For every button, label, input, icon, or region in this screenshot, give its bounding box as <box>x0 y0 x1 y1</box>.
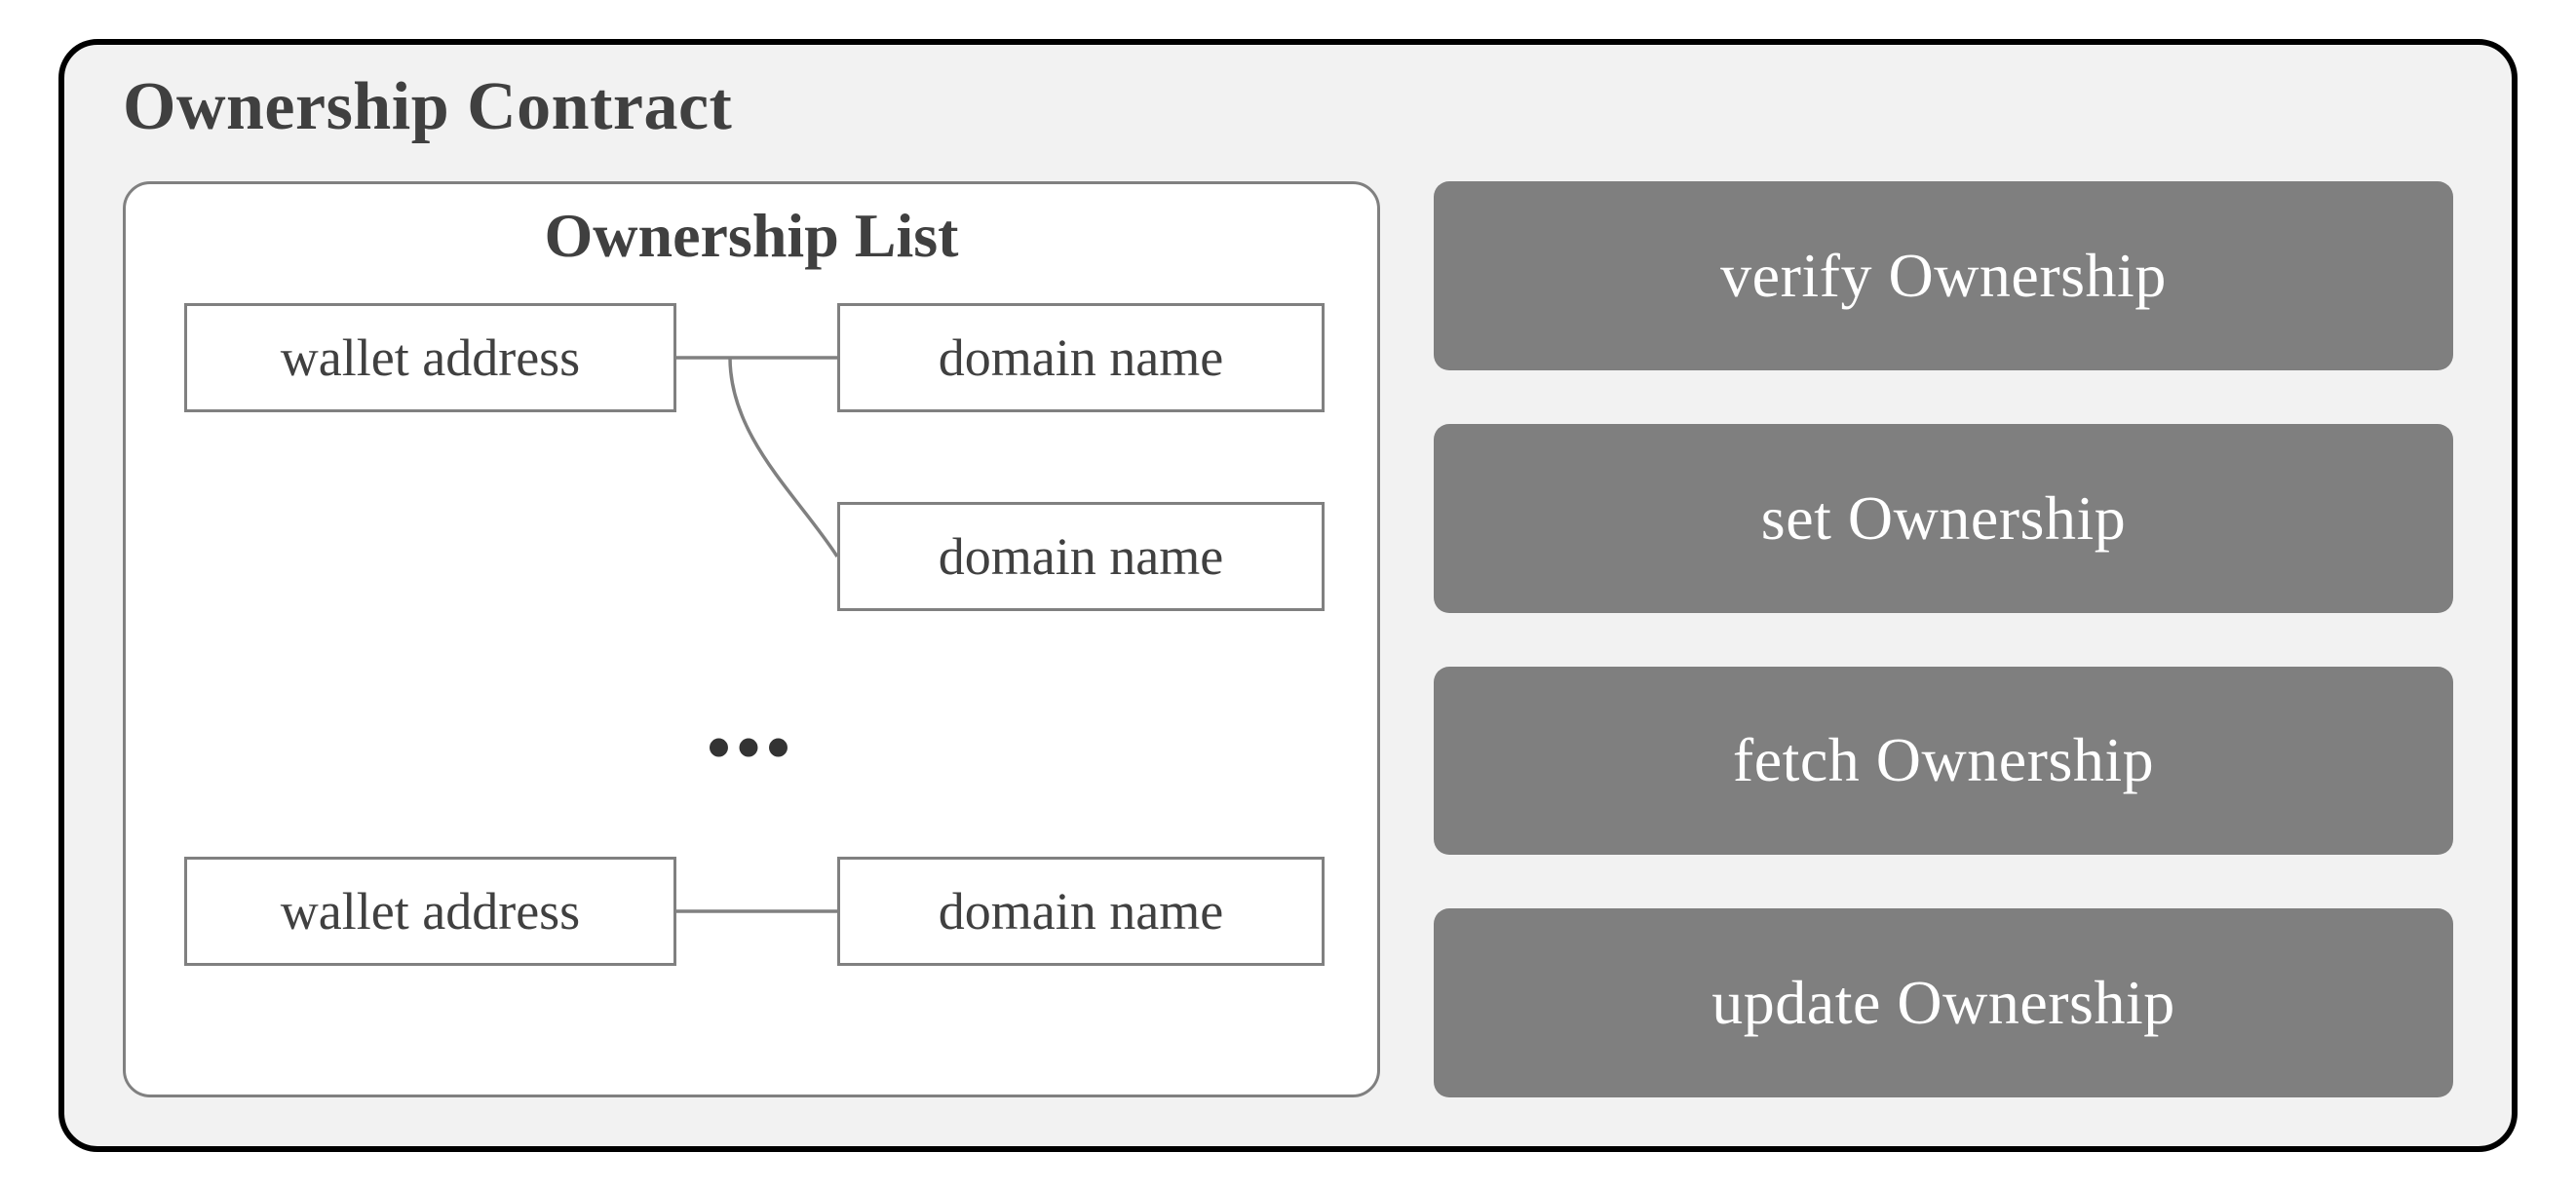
domain-name-box: domain name <box>837 857 1325 966</box>
domain-name-box: domain name <box>837 303 1325 412</box>
ownership-list-title: Ownership List <box>126 200 1377 272</box>
set-ownership-button[interactable]: set Ownership <box>1434 424 2453 613</box>
ellipsis-icon: ••• <box>126 714 1377 783</box>
wallet-address-box: wallet address <box>184 303 676 412</box>
update-ownership-button[interactable]: update Ownership <box>1434 908 2453 1097</box>
verify-ownership-button[interactable]: verify Ownership <box>1434 181 2453 370</box>
contract-title: Ownership Contract <box>123 68 732 146</box>
domain-name-box: domain name <box>837 502 1325 611</box>
wallet-address-box: wallet address <box>184 857 676 966</box>
contract-content-row: Ownership List wallet address domain nam… <box>123 181 2453 1097</box>
ownership-list-body: wallet address domain name domain name •… <box>126 291 1377 1095</box>
diagram-canvas: Ownership Contract Ownership List wallet… <box>0 0 2576 1191</box>
ownership-list-panel: Ownership List wallet address domain nam… <box>123 181 1380 1097</box>
actions-column: verify Ownership set Ownership fetch Own… <box>1434 181 2453 1097</box>
fetch-ownership-button[interactable]: fetch Ownership <box>1434 667 2453 856</box>
ownership-contract-box: Ownership Contract Ownership List wallet… <box>58 39 2518 1152</box>
